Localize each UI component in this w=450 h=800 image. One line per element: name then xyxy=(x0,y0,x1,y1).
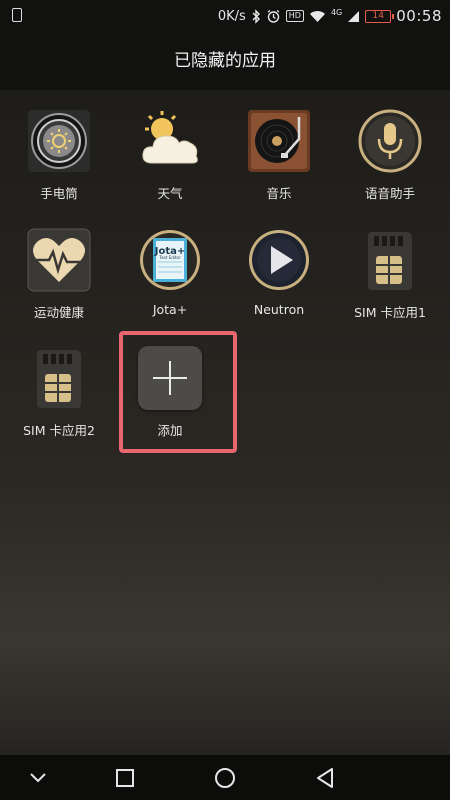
page-title: 已隐藏的应用 xyxy=(174,51,276,71)
status-indicators: 0K/s HD 4G 14 00:58 xyxy=(218,0,442,32)
nav-bar xyxy=(0,755,450,800)
app-label: 语音助手 xyxy=(364,186,415,201)
app-label: SIM 卡应用2 xyxy=(23,423,95,438)
app-label: 音乐 xyxy=(266,186,292,201)
app-label: SIM 卡应用1 xyxy=(354,305,426,320)
battery-indicator: 14 xyxy=(365,9,395,23)
bluetooth-icon xyxy=(252,8,260,24)
app-label: Jota+ xyxy=(152,302,188,317)
chevron-down-icon[interactable] xyxy=(23,763,53,793)
notification-icon xyxy=(12,8,22,22)
music-icon xyxy=(247,109,311,173)
status-bar: 0K/s HD 4G 14 00:58 xyxy=(0,0,450,32)
plus-icon xyxy=(138,346,202,410)
health-icon xyxy=(27,228,91,292)
neutron-icon xyxy=(247,228,311,292)
app-label: Neutron xyxy=(253,302,305,317)
add-label: 添加 xyxy=(157,423,183,438)
add-app-button[interactable]: 添加 xyxy=(120,346,220,439)
voice-assistant-icon xyxy=(358,109,422,173)
app-label: 手电筒 xyxy=(40,186,78,201)
signal-icon xyxy=(348,10,360,22)
app-weather[interactable]: 天气 xyxy=(120,109,220,202)
sim-card-icon xyxy=(27,346,91,410)
app-voice-assistant[interactable]: 语音助手 xyxy=(340,109,440,202)
title-bar: 已隐藏的应用 xyxy=(0,32,450,90)
screen: 0K/s HD 4G 14 00:58 已隐藏的应用 手电筒 天气 音乐 语音助… xyxy=(0,0,450,800)
app-sim-card-2[interactable]: SIM 卡应用2 xyxy=(9,346,109,439)
app-neutron[interactable]: Neutron xyxy=(229,228,329,317)
wifi-icon xyxy=(309,10,325,22)
clock: 00:58 xyxy=(396,7,442,25)
home-icon[interactable] xyxy=(210,763,240,793)
jota-icon-subtext: Text Editor xyxy=(158,255,181,260)
app-label: 运动健康 xyxy=(33,305,84,320)
app-flashlight[interactable]: 手电筒 xyxy=(9,109,109,202)
network-type: 4G xyxy=(330,7,343,17)
app-health[interactable]: 运动健康 xyxy=(9,228,109,321)
app-jota[interactable]: Jota+ Text Editor Jota+ xyxy=(120,228,220,317)
app-music[interactable]: 音乐 xyxy=(229,109,329,202)
sim-card-icon xyxy=(358,228,422,292)
back-icon[interactable] xyxy=(310,763,340,793)
hd-badge: HD xyxy=(285,10,304,22)
alarm-icon xyxy=(267,9,280,23)
app-sim-card-1[interactable]: SIM 卡应用1 xyxy=(340,228,440,321)
weather-icon xyxy=(138,109,202,173)
jota-icon: Jota+ Text Editor xyxy=(138,228,202,292)
recents-icon[interactable] xyxy=(110,763,140,793)
network-speed: 0K/s xyxy=(217,8,246,24)
flashlight-icon xyxy=(27,109,91,173)
app-label: 天气 xyxy=(157,186,183,201)
